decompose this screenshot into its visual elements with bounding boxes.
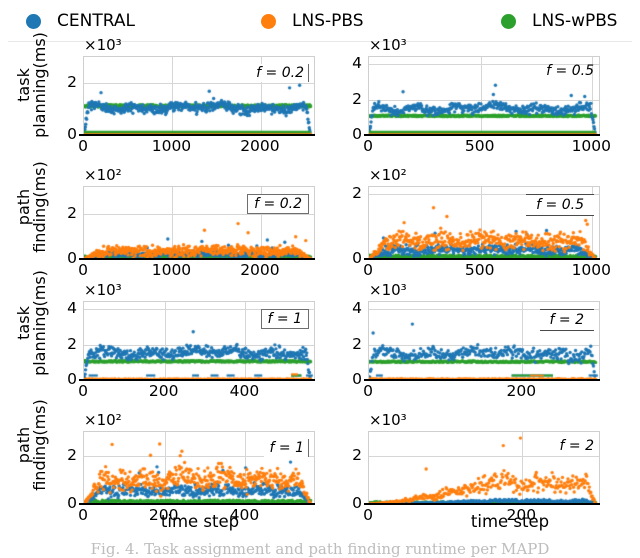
x-tick-label: 0	[363, 506, 373, 524]
y-exponent-path-f2: ×10³	[369, 411, 407, 429]
y-tick-label: 2	[352, 446, 362, 464]
panel-path-f2: ×10³ 0 2 0 200 f = 2	[0, 0, 640, 554]
x-tick-label: 200	[506, 506, 537, 524]
x-axis-spine-path-f2	[364, 503, 600, 505]
annotation-path-f2: f = 2	[559, 438, 595, 454]
figure-root: CENTRAL LNS-PBS LNS-wPBS task planning(m…	[0, 0, 640, 558]
